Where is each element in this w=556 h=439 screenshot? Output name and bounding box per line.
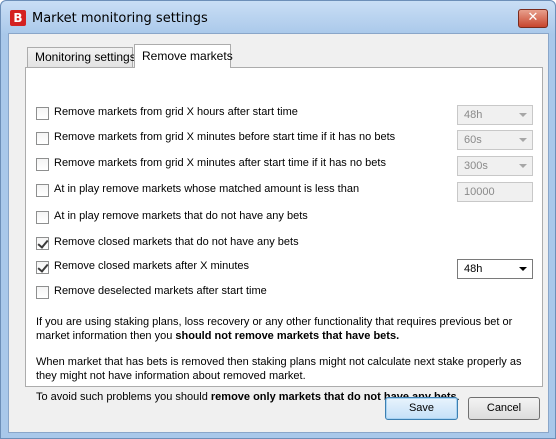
closed-markets-minutes-dropdown[interactable]: 48h: [457, 259, 533, 279]
title-bar[interactable]: B Market monitoring settings ✕: [1, 1, 555, 35]
option-label: Remove markets from grid X hours after s…: [54, 106, 298, 118]
info-text: To avoid such problems you should: [36, 391, 211, 403]
remove-markets-panel: Remove markets from grid X hours after s…: [25, 67, 543, 403]
minutes-before-start-dropdown[interactable]: 60s: [457, 130, 533, 150]
input-value: 10000: [464, 186, 495, 198]
hours-after-start-dropdown[interactable]: 48h: [457, 105, 533, 125]
option-label: At in play remove markets whose matched …: [54, 183, 360, 195]
option-label: Remove closed markets that do not have a…: [54, 236, 299, 248]
app-logo-icon: B: [10, 10, 26, 26]
chevron-down-icon: [519, 113, 527, 117]
option-checkbox[interactable]: [36, 158, 49, 171]
option-checkbox[interactable]: [36, 286, 49, 299]
minutes-after-start-dropdown[interactable]: 300s: [457, 156, 533, 176]
chevron-down-icon: [519, 267, 527, 271]
chevron-down-icon: [519, 164, 527, 168]
dropdown-value: 48h: [464, 109, 483, 121]
option-checkbox[interactable]: [36, 132, 49, 145]
option-label: Remove markets from grid X minutes after…: [54, 157, 386, 169]
option-checkbox[interactable]: [36, 237, 49, 250]
info-paragraph-3: To avoid such problems you should remove…: [36, 390, 536, 404]
dropdown-value: 300s: [464, 160, 488, 172]
info-paragraph-1: If you are using staking plans, loss rec…: [36, 315, 536, 343]
cancel-button[interactable]: Cancel: [468, 397, 540, 420]
option-label: Remove markets from grid X minutes befor…: [54, 131, 396, 143]
info-text: When market that has bets is removed the…: [36, 356, 522, 382]
option-checkbox[interactable]: [36, 261, 49, 274]
save-button[interactable]: Save: [385, 397, 458, 420]
dialog-window: B Market monitoring settings ✕ Monitorin…: [0, 0, 556, 439]
dropdown-value: 48h: [464, 263, 483, 275]
info-emphasis: should not remove markets that have bets…: [175, 330, 400, 342]
dropdown-value: 60s: [464, 134, 482, 146]
tab-remove-markets[interactable]: Remove markets: [134, 44, 233, 68]
option-checkbox[interactable]: [36, 107, 49, 120]
chevron-down-icon: [519, 138, 527, 142]
option-label: At in play remove markets that do not ha…: [54, 210, 308, 222]
dialog-body: Monitoring settings Remove markets Remov…: [8, 33, 549, 433]
option-checkbox[interactable]: [36, 184, 49, 197]
info-paragraph-2: When market that has bets is removed the…: [36, 355, 536, 383]
window-title: Market monitoring settings: [32, 11, 208, 26]
tab-monitoring-settings[interactable]: Monitoring settings: [27, 47, 136, 67]
option-label: Remove deselected markets after start ti…: [54, 285, 267, 297]
matched-amount-input[interactable]: 10000: [457, 182, 533, 202]
option-checkbox[interactable]: [36, 211, 49, 224]
option-label: Remove closed markets after X minutes: [54, 260, 250, 272]
close-button[interactable]: ✕: [518, 9, 548, 28]
